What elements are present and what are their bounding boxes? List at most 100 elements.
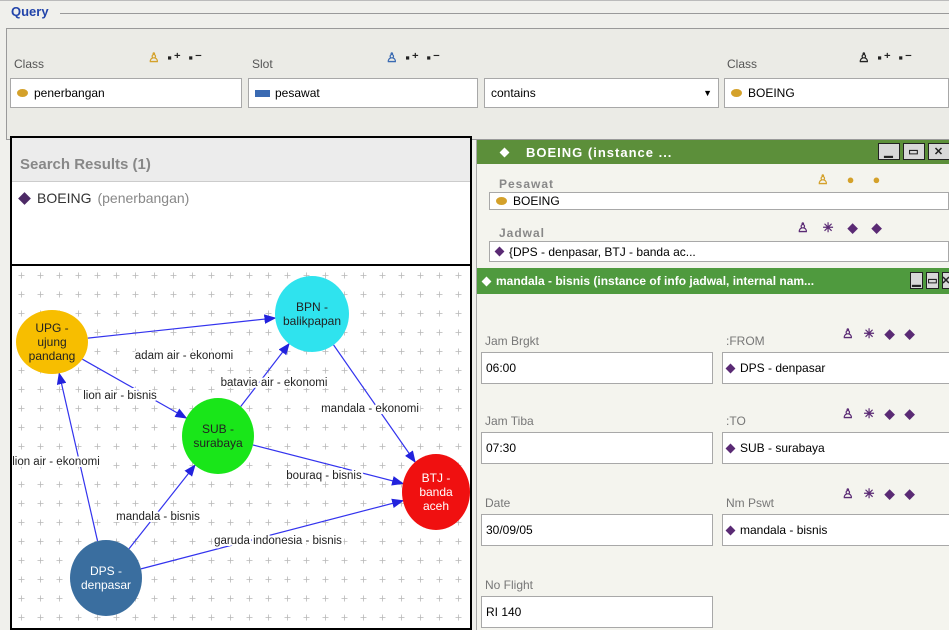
minimize-button[interactable]: ▁ [910,272,923,289]
slot-field[interactable]: pesawat [248,78,478,108]
no-flight-value: RI 140 [486,605,522,619]
pesawat-field[interactable]: BOEING [489,192,949,210]
nm-pswt-value: mandala - bisnis [740,523,828,537]
find-instance-icon[interactable]: ♙ [858,50,872,65]
jam-brgkt-value: 06:00 [486,361,517,375]
query-divider [60,13,949,14]
edge-label: mandala - bisnis [116,511,200,523]
minimize-button[interactable]: ▁ [878,143,900,160]
search-result-item[interactable]: BOEING (penerbangan) [12,182,470,206]
nm-pswt-toolbar: ♙✳◆◆ [842,486,925,502]
node-label: denpasar [81,578,131,592]
node-label: BPN - [296,300,328,314]
jam-brgkt-label: Jam Brgkt [485,334,540,348]
add-jadwal-icon[interactable]: ◆ [848,220,872,235]
class2-label: Class [727,57,758,71]
slot-bar-icon [255,89,270,97]
route-graph: adam air - ekonomiadam air - ekonomibata… [12,266,470,628]
add-pesawat-icon[interactable]: ● [847,172,873,187]
node-upg[interactable]: UPG -ujungpandang [16,310,88,374]
maximize-button[interactable]: ▭ [926,272,939,289]
add-to-icon[interactable]: ◆ [885,406,905,421]
maximize-button[interactable]: ▭ [903,143,925,160]
find-from-icon[interactable]: ♙ [842,326,864,341]
node-label: SUB - [202,422,234,436]
add-from-icon[interactable]: ◆ [885,326,905,341]
node-label: DPS - [90,564,122,578]
query-title: Query [11,4,49,19]
boeing-panel-titlebar: BOEING (instance ... ▁ ▭ ✕ [477,140,949,164]
jadwal-toolbar: ♙✳◆◆ [797,220,896,236]
node-dps[interactable]: DPS -denpasar [70,540,142,616]
operator-value: contains [491,86,536,100]
from-diamond-icon [725,363,736,373]
find-slot-icon[interactable]: ♙ [386,50,400,65]
to-toolbar: ♙✳◆◆ [842,406,925,422]
node-label: surabaya [193,436,243,450]
remove-pesawat-icon[interactable]: ● [873,172,899,187]
slot-field-value: pesawat [275,86,320,100]
to-diamond-icon [725,443,736,453]
jam-brgkt-field[interactable]: 06:00 [481,352,713,384]
remove-from-icon[interactable]: ◆ [905,326,925,341]
graph-panel: adam air - ekonomi adam air - ekonomi bata… [10,264,472,630]
jadwal-field[interactable]: {DPS - denpasar, BTJ - banda ac... [489,241,949,262]
remove-to-icon[interactable]: ◆ [905,406,925,421]
node-sub[interactable]: SUB -surabaya [182,398,254,474]
to-value: SUB - surabaya [740,441,825,455]
result-name: BOEING [37,190,92,206]
create-nm-pswt-icon[interactable]: ✳ [864,486,885,501]
jam-tiba-field[interactable]: 07:30 [481,432,713,464]
create-from-icon[interactable]: ✳ [864,326,885,341]
from-field[interactable]: DPS - denpasar [722,352,949,384]
close-button[interactable]: ✕ [928,143,949,160]
remove-nm-pswt-icon[interactable]: ◆ [905,486,925,501]
edge-label: bouraq - bisnis [286,470,362,482]
create-jadwal-icon[interactable]: ✳ [823,220,848,235]
diamond-icon [481,276,492,286]
remove-class-icon[interactable]: ▪⁻ [188,50,203,65]
nm-pswt-field[interactable]: mandala - bisnis [722,514,949,546]
edge-label: batavia air - ekonomi [221,377,328,389]
operator-select[interactable]: contains ▼ [484,78,719,108]
jadwal-value: {DPS - denpasar, BTJ - banda ac... [509,244,696,259]
node-btj[interactable]: BTJ -bandaaceh [402,454,470,530]
from-value: DPS - denpasar [740,361,826,375]
add-instance-icon[interactable]: ▪⁺ [877,50,892,65]
mandala-instance-panel: mandala - bisnis (instance of info jadwa… [476,268,949,630]
mandala-panel-title: mandala - bisnis (instance of info jadwa… [496,274,815,288]
node-bpn[interactable]: BPN -balikpapan [275,276,349,352]
remove-instance-icon[interactable]: ▪⁻ [898,50,913,65]
class-field-value: penerbangan [34,86,105,100]
remove-slot-icon[interactable]: ▪⁻ [426,50,441,65]
add-nm-pswt-icon[interactable]: ◆ [885,486,905,501]
no-flight-field[interactable]: RI 140 [481,596,713,628]
class-field[interactable]: penerbangan [10,78,242,108]
find-jadwal-icon[interactable]: ♙ [797,220,823,235]
pesawat-dot-icon [496,197,507,205]
find-pesawat-icon[interactable]: ♙ [817,172,847,187]
jam-tiba-label: Jam Tiba [485,414,534,428]
nm-pswt-diamond-icon [725,525,736,535]
find-to-icon[interactable]: ♙ [842,406,864,421]
to-label: :TO [726,414,746,428]
diamond-icon [499,147,510,157]
add-class-icon[interactable]: ▪⁺ [167,50,182,65]
find-nm-pswt-icon[interactable]: ♙ [842,486,864,501]
edge-label: garuda indonesia - bisnis [214,535,342,547]
date-field[interactable]: 30/09/05 [481,514,713,546]
chevron-down-icon[interactable]: ▼ [703,88,712,98]
class2-field-value: BOEING [748,86,795,100]
from-toolbar: ♙✳◆◆ [842,326,925,342]
create-to-icon[interactable]: ✳ [864,406,885,421]
close-button[interactable]: ✕ [941,272,949,289]
find-class-icon[interactable]: ♙ [148,50,162,65]
node-label: UPG - [35,321,68,335]
remove-jadwal-icon[interactable]: ◆ [872,220,896,235]
instance-dot-icon [731,89,742,97]
add-slot-icon[interactable]: ▪⁺ [405,50,420,65]
to-field[interactable]: SUB - surabaya [722,432,949,464]
class2-field[interactable]: BOEING [724,78,949,108]
mandala-panel-titlebar: mandala - bisnis (instance of info jadwa… [477,268,949,294]
result-class: (penerbangan) [97,190,190,206]
